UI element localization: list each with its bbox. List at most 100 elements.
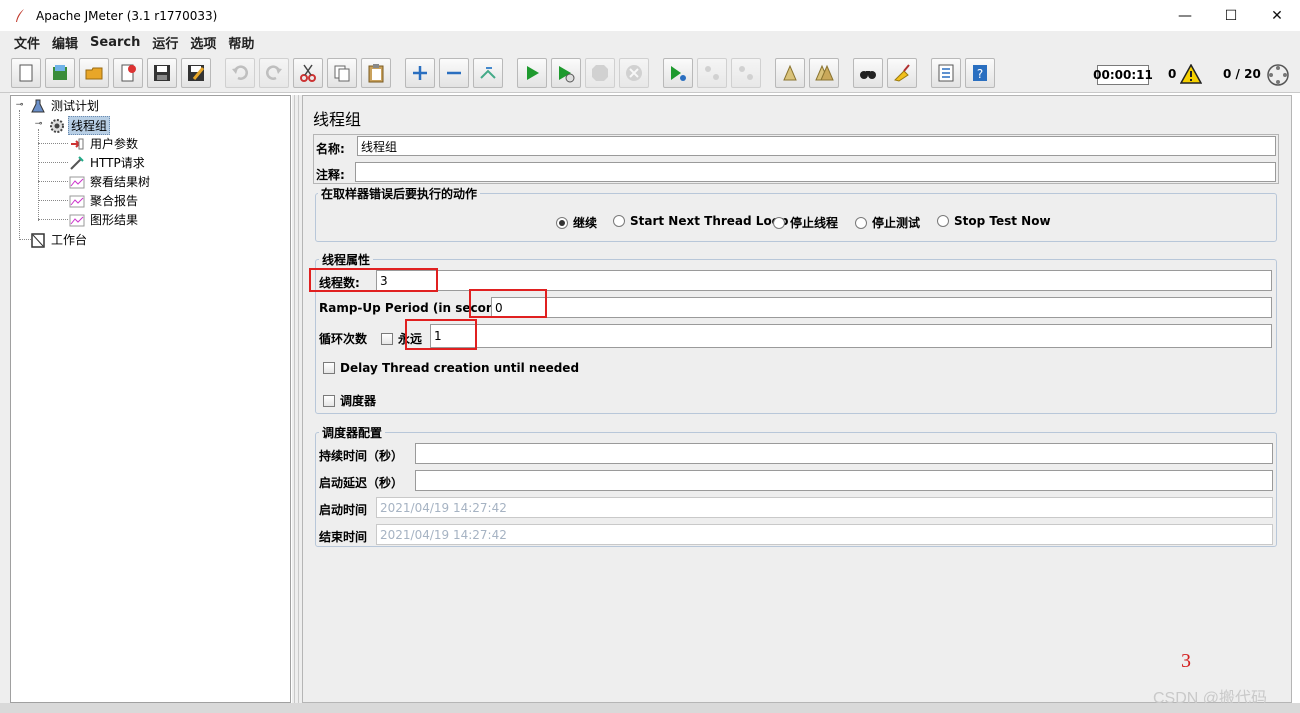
menu-file[interactable]: 文件	[14, 33, 40, 52]
window-title: Apache JMeter (3.1 r1770033)	[36, 8, 218, 23]
menu-run[interactable]: 运行	[152, 33, 178, 52]
radio-indicator	[613, 215, 625, 227]
help-icon: ?	[973, 65, 987, 81]
panel-title: 线程组	[313, 110, 362, 129]
menu-bar: 文件 编辑 Search 运行 选项 帮助	[0, 31, 1300, 53]
listener-icon	[69, 176, 85, 188]
templates-button[interactable]	[45, 58, 75, 88]
sampler-icon	[70, 155, 84, 170]
tree-node-user-parameters[interactable]: 用户参数	[69, 135, 140, 152]
pane-splitter[interactable]	[292, 95, 302, 703]
thread-count-input[interactable]: 3	[376, 270, 1272, 291]
end-time-label: 结束时间	[319, 530, 368, 544]
annotation-box-rampup	[469, 289, 547, 318]
start-no-pause-button[interactable]	[551, 58, 581, 88]
remote-stop-button[interactable]	[697, 58, 727, 88]
function-helper-button[interactable]	[931, 58, 961, 88]
tree-node-thread-group[interactable]: 线程组	[49, 116, 111, 135]
warning-count: 0	[1168, 67, 1177, 81]
tree-node-label: 图形结果	[90, 213, 139, 227]
tree-node-aggregate-report[interactable]: 聚合报告	[69, 192, 140, 209]
warning-icon[interactable]	[1180, 64, 1202, 84]
expand-handle-thread-group[interactable]: ⊸	[34, 120, 43, 129]
radio-label: Stop Test Now	[954, 214, 1051, 228]
tree-node-view-results-tree[interactable]: 察看结果树	[69, 173, 152, 190]
maximize-button[interactable]: ☐	[1208, 0, 1254, 31]
tree-node-test-plan[interactable]: 测试计划	[30, 97, 101, 114]
close-file-button[interactable]	[113, 58, 143, 88]
radio-stop-test-now[interactable]: Stop Test Now	[937, 214, 1051, 228]
test-plan-icon	[31, 99, 45, 112]
menu-help[interactable]: 帮助	[228, 33, 254, 52]
save-button[interactable]	[147, 58, 177, 88]
new-button[interactable]	[11, 58, 41, 88]
checkbox-label: 调度器	[340, 394, 377, 408]
help-button[interactable]: ?	[965, 58, 995, 88]
collapse-all-button[interactable]	[439, 58, 469, 88]
stop-button[interactable]	[585, 58, 615, 88]
duration-input[interactable]	[415, 443, 1273, 464]
open-button[interactable]	[79, 58, 109, 88]
save-icon	[154, 65, 170, 81]
clear-button[interactable]	[775, 58, 805, 88]
duration-label: 持续时间（秒）	[319, 449, 404, 463]
scheduler-checkbox[interactable]: 调度器	[323, 392, 376, 409]
remote-status-icon[interactable]	[1266, 63, 1290, 87]
end-time-input[interactable]: 2021/04/19 14:27:42	[376, 524, 1273, 545]
name-input[interactable]: 线程组	[357, 136, 1276, 156]
copy-button[interactable]	[327, 58, 357, 88]
radio-stop-thread[interactable]: 停止线程	[773, 214, 838, 231]
start-time-input[interactable]: 2021/04/19 14:27:42	[376, 497, 1273, 518]
radio-stop-test[interactable]: 停止测试	[855, 214, 920, 231]
rampup-input[interactable]: 0	[491, 297, 1272, 318]
remote-shutdown-icon	[739, 66, 753, 80]
tree-node-graph-results[interactable]: 图形结果	[69, 211, 140, 228]
checkbox-box	[323, 394, 335, 407]
delay-thread-creation-checkbox[interactable]: Delay Thread creation until needed	[323, 361, 579, 375]
tree-node-label: 工作台	[51, 233, 88, 247]
shutdown-button[interactable]	[619, 58, 649, 88]
remote-start-button[interactable]	[663, 58, 693, 88]
collapse-icon	[447, 71, 461, 75]
radio-start-next-thread-loop[interactable]: Start Next Thread Loop	[613, 214, 789, 228]
loop-count-input[interactable]: 1	[430, 324, 1272, 348]
paste-button[interactable]	[361, 58, 391, 88]
radio-indicator	[937, 215, 949, 227]
bottom-strip	[0, 703, 1300, 713]
active-threads: 0 / 20	[1223, 67, 1261, 81]
shutdown-icon	[626, 65, 642, 81]
menu-options[interactable]: 选项	[190, 33, 216, 52]
open-icon	[85, 67, 103, 80]
start-button[interactable]	[517, 58, 547, 88]
tree-node-label: 用户参数	[90, 137, 139, 151]
close-button[interactable]: ✕	[1254, 0, 1300, 31]
tree-node-http-request[interactable]: HTTP请求	[69, 154, 147, 171]
svg-text:?: ?	[977, 67, 983, 81]
clear-all-button[interactable]	[809, 58, 839, 88]
tree-node-workbench[interactable]: 工作台	[30, 231, 89, 248]
menu-edit[interactable]: 编辑	[52, 33, 78, 52]
tree-node-label: HTTP请求	[90, 156, 145, 170]
reset-search-button[interactable]	[887, 58, 917, 88]
undo-button[interactable]	[225, 58, 255, 88]
search-button[interactable]	[853, 58, 883, 88]
tree-node-label: 聚合报告	[90, 194, 139, 208]
save-as-button[interactable]	[181, 58, 211, 88]
expand-all-button[interactable]	[405, 58, 435, 88]
cut-button[interactable]	[293, 58, 323, 88]
expand-handle-test-plan[interactable]: ⊸	[15, 101, 24, 110]
radio-continue[interactable]: 继续	[556, 214, 597, 231]
comment-input[interactable]	[355, 162, 1276, 182]
startup-delay-input[interactable]	[415, 470, 1273, 491]
remote-shutdown-button[interactable]	[731, 58, 761, 88]
tree-node-label: 线程组	[68, 116, 111, 135]
tree-node-label: 测试计划	[51, 99, 100, 113]
menu-search[interactable]: Search	[90, 35, 140, 50]
redo-button[interactable]	[259, 58, 289, 88]
thread-group-panel: 线程组 名称: 线程组 注释: 在取样器错误后要执行的动作 继续 Start N…	[302, 95, 1292, 703]
minimize-button[interactable]: —	[1162, 0, 1208, 31]
templates-icon	[53, 65, 67, 80]
listener-icon	[69, 214, 85, 226]
toggle-button[interactable]	[473, 58, 503, 88]
radio-label: 继续	[573, 216, 598, 230]
